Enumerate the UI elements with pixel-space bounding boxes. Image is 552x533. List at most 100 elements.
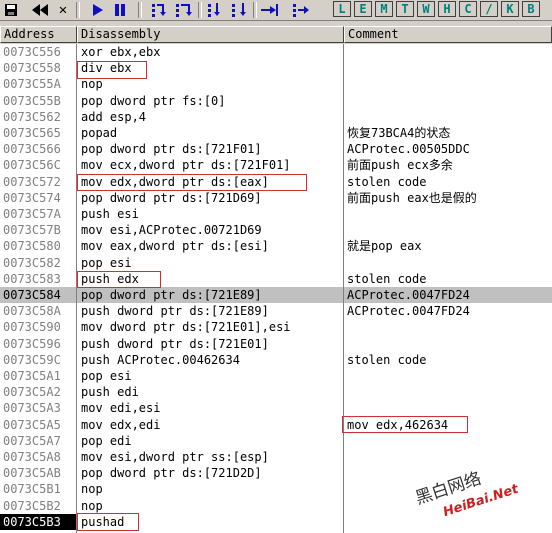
table-row[interactable]: 0073C582 pop esi bbox=[0, 254, 552, 271]
comment-cell bbox=[344, 433, 552, 449]
memory-window-button[interactable]: M bbox=[375, 1, 393, 17]
comment-cell bbox=[344, 44, 552, 60]
comment-cell bbox=[344, 400, 552, 416]
close-icon[interactable]: ✕ bbox=[55, 1, 71, 18]
comment-cell bbox=[344, 368, 552, 384]
address-cell: 0073C574 bbox=[0, 189, 76, 206]
execute-till-return-icon[interactable] bbox=[258, 1, 280, 18]
trace-into-icon[interactable] bbox=[206, 1, 226, 18]
disassembly-cell: mov dword ptr ds:[721E01],esi bbox=[81, 320, 291, 335]
address-cell: 0073C5A5 bbox=[0, 416, 76, 433]
pause-icon[interactable] bbox=[112, 1, 128, 18]
address-cell: 0073C55A bbox=[0, 76, 76, 93]
address-cell: 0073C58A bbox=[0, 303, 76, 320]
comment-cell bbox=[344, 222, 552, 238]
address-cell: 0073C565 bbox=[0, 125, 76, 142]
goto-icon[interactable] bbox=[290, 1, 312, 18]
address-cell: 0073C59C bbox=[0, 351, 76, 368]
play-icon[interactable] bbox=[90, 1, 106, 18]
table-row[interactable]: 0073C59C push ACProtec.00462634 stolen cod… bbox=[0, 351, 552, 368]
address-cell: 0073C590 bbox=[0, 319, 76, 336]
disassembly-cell: add esp,4 bbox=[81, 109, 147, 124]
table-row[interactable]: 0073C596 push dword ptr ds:[721E01] bbox=[0, 335, 552, 352]
disassembly-cell: pop esi bbox=[81, 369, 132, 383]
highlight-box bbox=[77, 174, 307, 191]
table-row[interactable]: 0073C5A1 pop esi bbox=[0, 368, 552, 385]
trace-over-icon[interactable] bbox=[230, 1, 250, 18]
rewind-icon[interactable] bbox=[30, 1, 50, 18]
handles-window-button[interactable]: H bbox=[438, 1, 456, 17]
callstack-window-button[interactable]: K bbox=[501, 1, 519, 17]
disassembly-cell: pop dword ptr fs:[0] bbox=[81, 93, 226, 108]
table-row[interactable]: 0073C556 xor ebx,ebx bbox=[0, 44, 552, 61]
address-cell: 0073C5A3 bbox=[0, 400, 76, 417]
comment-cell bbox=[344, 498, 552, 514]
disassembly-cell: nop bbox=[81, 482, 103, 497]
address-cell: 0073C5AB bbox=[0, 465, 76, 482]
table-row[interactable]: 0073C5B1 nop bbox=[0, 481, 552, 498]
table-row[interactable]: 0073C5A3 mov edi,esi bbox=[0, 400, 552, 417]
table-row[interactable]: 0073C590 mov dword ptr ds:[721E01],esi bbox=[0, 319, 552, 336]
cpu-window-button[interactable]: C bbox=[459, 1, 477, 17]
table-row[interactable]: 0073C56C mov ecx,dword ptr ds:[721F01] 前面p… bbox=[0, 157, 552, 174]
disassembly-cell: push ACProtec.00462634 bbox=[81, 352, 240, 367]
breakpoints-window-button[interactable]: B bbox=[522, 1, 540, 17]
table-row[interactable]: 0073C5A8 mov esi,dword ptr ss:[esp] bbox=[0, 449, 552, 466]
address-cell: 0073C562 bbox=[0, 108, 76, 125]
step-into-icon[interactable] bbox=[150, 1, 170, 18]
address-cell: 0073C5A8 bbox=[0, 449, 76, 466]
table-row[interactable]: 0073C5A2 push edi bbox=[0, 384, 552, 401]
address-cell: 0073C584 bbox=[0, 287, 76, 304]
table-row[interactable]: 0073C5B2 nop bbox=[0, 497, 552, 514]
comment-cell: stolen code bbox=[347, 271, 427, 286]
disassembly-cell: pop dword ptr ds:[721E89] bbox=[81, 288, 262, 302]
windows-window-button[interactable]: W bbox=[417, 1, 435, 17]
table-row[interactable]: 0073C574 pop dword ptr ds:[721D69] 前面push … bbox=[0, 189, 552, 206]
table-row[interactable]: 0073C58A push dword ptr ds:[721E89] ACProt… bbox=[0, 303, 552, 320]
address-cell: 0073C583 bbox=[0, 270, 76, 287]
table-row[interactable]: 0073C565 popad 恢复73BCA4的状态 bbox=[0, 125, 552, 142]
log-window-button[interactable]: L bbox=[333, 1, 351, 17]
table-row[interactable]: 0073C562 add esp,4 bbox=[0, 108, 552, 125]
patches-window-button[interactable]: / bbox=[480, 1, 498, 17]
table-row[interactable]: 0073C5AB pop dword ptr ds:[721D2D] bbox=[0, 465, 552, 482]
table-row[interactable]: 0073C57B mov esi,ACProtec.00721D69 bbox=[0, 222, 552, 239]
disassembly-cell: pop dword ptr ds:[721D69] bbox=[81, 190, 262, 205]
disassembly-grid[interactable]: 0073C556 xor ebx,ebx 0073C558 div ebx 0073C5… bbox=[0, 44, 552, 533]
save-icon[interactable] bbox=[2, 1, 20, 18]
disassembly-column-header[interactable]: Disassembly bbox=[77, 26, 344, 43]
address-cell: 0073C56C bbox=[0, 157, 76, 174]
comment-column-header[interactable]: Comment bbox=[344, 26, 552, 43]
comment-cell bbox=[344, 481, 552, 497]
address-cell: 0073C5B2 bbox=[0, 497, 76, 514]
disassembly-cell: popad bbox=[81, 126, 118, 140]
address-column-header[interactable]: Address bbox=[0, 26, 77, 43]
table-row[interactable]: 0073C55B pop dword ptr fs:[0] bbox=[0, 92, 552, 109]
address-cell: 0073C582 bbox=[0, 254, 76, 271]
comment-cell: ACProtec.0047FD24 bbox=[347, 304, 470, 319]
disassembly-cell: push edi bbox=[81, 385, 139, 400]
disassembly-cell: xor ebx,ebx bbox=[81, 45, 161, 59]
threads-window-button[interactable]: T bbox=[396, 1, 414, 17]
comment-cell: ACProtec.0047FD24 bbox=[347, 288, 470, 302]
disassembly-cell: pop dword ptr ds:[721F01] bbox=[81, 142, 262, 157]
step-over-icon[interactable] bbox=[174, 1, 194, 18]
table-row[interactable]: 0073C580 mov eax,dword ptr ds:[esi] 就是pop … bbox=[0, 238, 552, 255]
modules-window-button[interactable]: E bbox=[354, 1, 372, 17]
comment-cell: 前面push eax也是假的 bbox=[347, 190, 477, 205]
disassembly-cell: mov edi,esi bbox=[81, 401, 161, 416]
table-row[interactable]: 0073C57A push esi bbox=[0, 206, 552, 223]
comment-cell bbox=[344, 93, 552, 109]
table-row[interactable]: 0073C5A5 mov edx,edi mov edx,462634 bbox=[0, 416, 552, 433]
address-cell: 0073C566 bbox=[0, 141, 76, 158]
address-cell: 0073C556 bbox=[0, 44, 76, 61]
disassembly-cell: push dword ptr ds:[721E01] bbox=[81, 336, 269, 351]
table-row[interactable]: 0073C566 pop dword ptr ds:[721F01] ACProte… bbox=[0, 141, 552, 158]
table-row[interactable]: 0073C5A7 pop edi bbox=[0, 432, 552, 449]
address-cell: 0073C5A7 bbox=[0, 432, 76, 449]
comment-cell: ACProtec.00505DDC bbox=[347, 142, 470, 157]
address-cell: 0073C57A bbox=[0, 206, 76, 223]
column-divider bbox=[76, 44, 77, 533]
table-row[interactable]: 0073C584 pop dword ptr ds:[721E89] ACProte… bbox=[0, 287, 552, 304]
address-cell: 0073C5A1 bbox=[0, 368, 76, 385]
